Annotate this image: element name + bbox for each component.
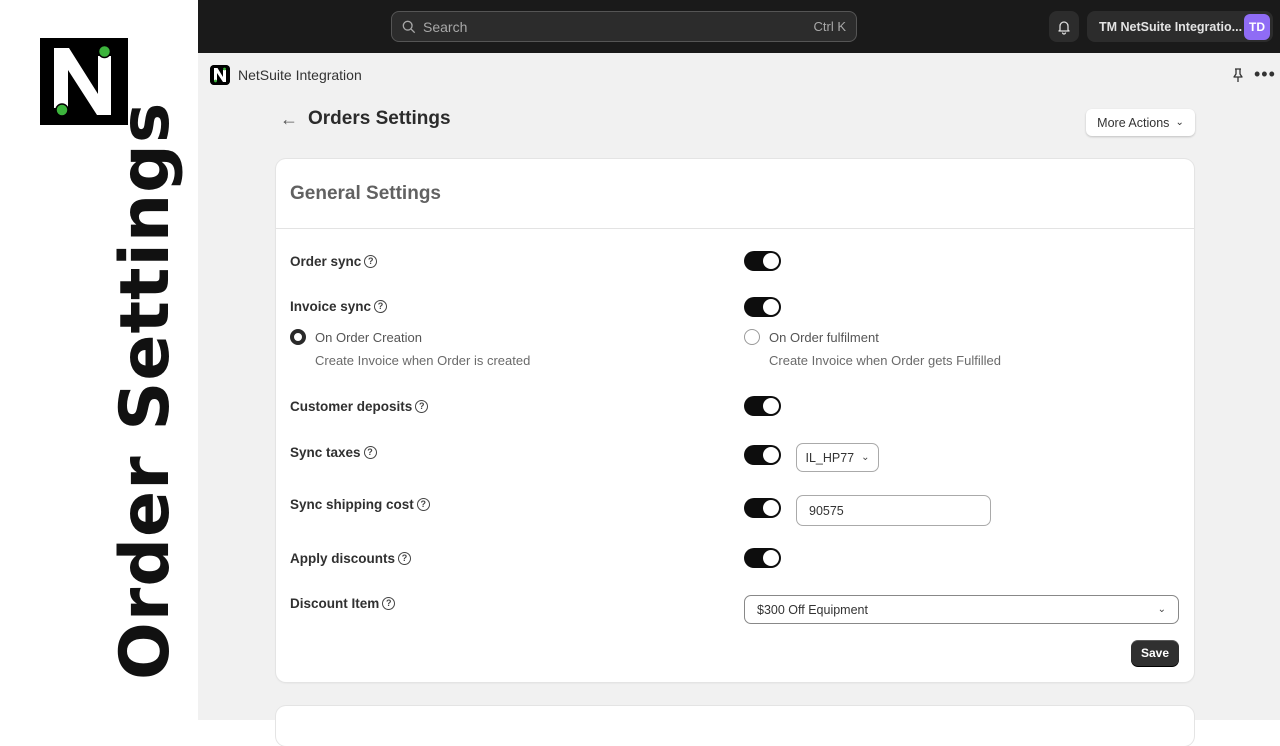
discount-item-select[interactable]: $300 Off Equipment ⌄: [744, 595, 1179, 624]
discount-item-label: Discount Item ?: [290, 596, 396, 611]
side-title: Order Settings: [106, 101, 185, 680]
back-button[interactable]: ←: [280, 109, 298, 130]
help-icon[interactable]: ?: [398, 552, 412, 565]
label-text: Order sync: [290, 254, 362, 269]
notifications-button[interactable]: [1049, 11, 1079, 42]
store-name: TM NetSuite Integratio...: [1099, 19, 1243, 34]
page-header: ← Orders Settings: [280, 108, 451, 130]
top-bar: Search Ctrl K TM NetSuite Integratio... …: [198, 0, 1280, 53]
label-text: Apply discounts: [290, 551, 396, 566]
label-text: Discount Item: [290, 596, 380, 611]
label-text: Sync shipping cost: [290, 497, 414, 512]
discount-item-value: $300 Off Equipment: [757, 602, 868, 617]
search-placeholder: Search: [423, 18, 468, 35]
search-icon: [402, 20, 416, 33]
apply-discounts-label: Apply discounts ?: [290, 551, 412, 566]
help-icon[interactable]: ?: [363, 446, 377, 459]
sync-taxes-label: Sync taxes ?: [290, 445, 377, 460]
customer-deposits-toggle[interactable]: [744, 396, 781, 416]
radio-unselected-icon: [744, 329, 760, 345]
radio-on-order-creation[interactable]: On Order Creation: [290, 329, 422, 345]
invoice-sync-toggle[interactable]: [744, 297, 781, 317]
card-title: General Settings: [290, 182, 441, 204]
label-text: Customer deposits: [290, 399, 413, 414]
help-icon[interactable]: ?: [415, 400, 429, 413]
app-window: Search Ctrl K TM NetSuite Integratio... …: [198, 0, 1280, 746]
more-options-button[interactable]: •••: [1254, 64, 1276, 84]
search-input[interactable]: Search Ctrl K: [391, 11, 857, 42]
help-icon[interactable]: ?: [364, 255, 378, 268]
chevron-down-icon: ⌄: [1157, 604, 1166, 615]
app-icon: [210, 65, 230, 85]
radio-description: Create Invoice when Order gets Fulfilled: [769, 353, 1001, 368]
more-actions-button[interactable]: More Actions ⌄: [1086, 109, 1195, 136]
sync-taxes-toggle[interactable]: [744, 445, 781, 465]
next-settings-card: [276, 706, 1194, 746]
help-icon[interactable]: ?: [416, 498, 430, 511]
general-settings-card: General Settings Order sync ? Invoice sy…: [276, 159, 1194, 682]
app-name: NetSuite Integration: [238, 67, 362, 83]
search-shortcut: Ctrl K: [813, 19, 847, 34]
tax-code-value: IL_HP77: [805, 450, 855, 465]
shipping-cost-input[interactable]: [796, 495, 991, 526]
radio-label: On Order Creation: [315, 329, 422, 345]
more-actions-label: More Actions: [1097, 115, 1170, 130]
chevron-down-icon: ⌄: [1175, 117, 1184, 128]
card-header: General Settings: [276, 159, 1194, 229]
label-text: Sync taxes: [290, 445, 361, 460]
sync-shipping-cost-toggle[interactable]: [744, 498, 781, 518]
radio-selected-icon: [290, 329, 306, 345]
radio-on-order-fulfilment[interactable]: On Order fulfilment: [744, 329, 879, 345]
radio-description: Create Invoice when Order is created: [315, 353, 531, 368]
sync-shipping-cost-label: Sync shipping cost ?: [290, 497, 430, 512]
chevron-down-icon: ⌄: [861, 452, 870, 463]
help-icon[interactable]: ?: [374, 300, 388, 313]
order-sync-toggle[interactable]: [744, 251, 781, 271]
avatar: TD: [1244, 13, 1270, 40]
tax-code-select[interactable]: IL_HP77 ⌄: [796, 443, 879, 472]
account-menu[interactable]: TM NetSuite Integratio... TD: [1087, 11, 1273, 42]
radio-label: On Order fulfilment: [769, 329, 879, 345]
order-sync-label: Order sync ?: [290, 254, 378, 269]
invoice-sync-label: Invoice sync ?: [290, 299, 388, 314]
pin-icon[interactable]: [1230, 67, 1246, 83]
help-icon[interactable]: ?: [382, 597, 396, 610]
save-button[interactable]: Save: [1131, 640, 1179, 666]
bell-icon: [1058, 20, 1070, 35]
label-text: Invoice sync: [290, 299, 372, 314]
app-header: NetSuite Integration: [198, 53, 1280, 97]
page-title: Orders Settings: [308, 108, 451, 129]
apply-discounts-toggle[interactable]: [744, 548, 781, 568]
promo-panel: Order Settings: [0, 0, 198, 720]
customer-deposits-label: Customer deposits ?: [290, 399, 429, 414]
